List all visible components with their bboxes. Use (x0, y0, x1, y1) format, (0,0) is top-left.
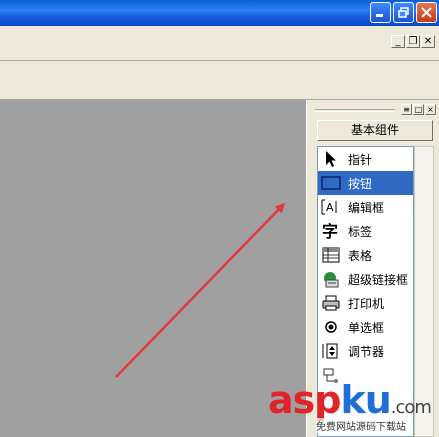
list-item-printer[interactable]: 打印机 (318, 291, 413, 315)
design-canvas[interactable] (0, 100, 306, 437)
svg-text:字: 字 (322, 222, 338, 240)
panel-menu-icon: ≡ (403, 105, 410, 114)
svg-text:A: A (326, 201, 334, 214)
mdi-menu-bar: _ ❐ ✕ (0, 26, 439, 61)
list-item-label: 表格 (348, 248, 373, 263)
component-panel: ≡ □ × 基本组件 指针 按钮 A 编辑框 字 标签 表格 超级链接框 打印机… (306, 100, 439, 437)
basic-components-button[interactable]: 基本组件 (317, 120, 433, 141)
pointer-icon (320, 149, 342, 169)
panel-header: ≡ □ × (315, 104, 437, 116)
panel-close-button[interactable]: × (425, 104, 436, 115)
list-item-spinner[interactable]: 调节器 (318, 339, 413, 363)
list-item-label: 超级链接框 (348, 272, 409, 287)
component-icon (320, 365, 342, 385)
panel-menu-button[interactable]: ≡ (401, 104, 412, 115)
list-item-label-component[interactable]: 字 标签 (318, 219, 413, 243)
window-title-bar (0, 0, 439, 26)
mdi-close-button[interactable]: ✕ (421, 35, 435, 48)
restore-icon (398, 7, 409, 18)
spinner-icon (320, 341, 342, 361)
panel-close-icon: × (427, 105, 434, 114)
minimize-button[interactable] (370, 2, 391, 23)
printer-icon (320, 293, 342, 313)
list-item-hyperlink[interactable]: 超级链接框 (318, 267, 413, 291)
mdi-close-icon: ✕ (423, 36, 433, 47)
panel-restore-button[interactable]: □ (413, 104, 424, 115)
list-item-component[interactable] (318, 363, 413, 387)
mdi-minimize-button[interactable]: _ (391, 35, 405, 48)
list-item-edit-box[interactable]: A 编辑框 (318, 195, 413, 219)
list-item-radio[interactable]: 单选框 (318, 315, 413, 339)
table-icon (320, 245, 342, 265)
edit-box-icon: A (320, 197, 342, 217)
list-item-label: 指针 (348, 152, 373, 167)
list-item-label: 单选框 (348, 320, 385, 335)
minimize-icon (376, 14, 383, 17)
component-list-scrollbar[interactable] (414, 146, 434, 437)
component-list[interactable]: 指针 按钮 A 编辑框 字 标签 表格 超级链接框 打印机 单选框 调节器 (317, 146, 414, 437)
mdi-restore-button[interactable]: ❐ (406, 35, 420, 48)
panel-restore-icon: □ (414, 105, 423, 114)
close-button[interactable] (416, 2, 437, 23)
restore-button[interactable] (393, 2, 414, 23)
mdi-minimize-icon: _ (395, 36, 401, 47)
close-icon (421, 7, 432, 18)
list-item-label: 调节器 (348, 344, 385, 359)
list-item-label: 标签 (348, 224, 373, 239)
list-item-label: 编辑框 (348, 200, 385, 215)
radio-icon (320, 317, 342, 337)
list-item-label: 按钮 (348, 176, 373, 191)
panel-grip[interactable] (315, 109, 395, 112)
list-item-button[interactable]: 按钮 (318, 171, 413, 195)
toolbar (0, 61, 439, 100)
mdi-restore-icon: ❐ (408, 36, 418, 47)
hyperlink-icon (320, 269, 342, 289)
label-icon: 字 (320, 221, 342, 241)
list-item-pointer[interactable]: 指针 (318, 147, 413, 171)
list-item-label: 打印机 (348, 296, 385, 311)
list-item-table[interactable]: 表格 (318, 243, 413, 267)
button-icon (320, 173, 342, 193)
